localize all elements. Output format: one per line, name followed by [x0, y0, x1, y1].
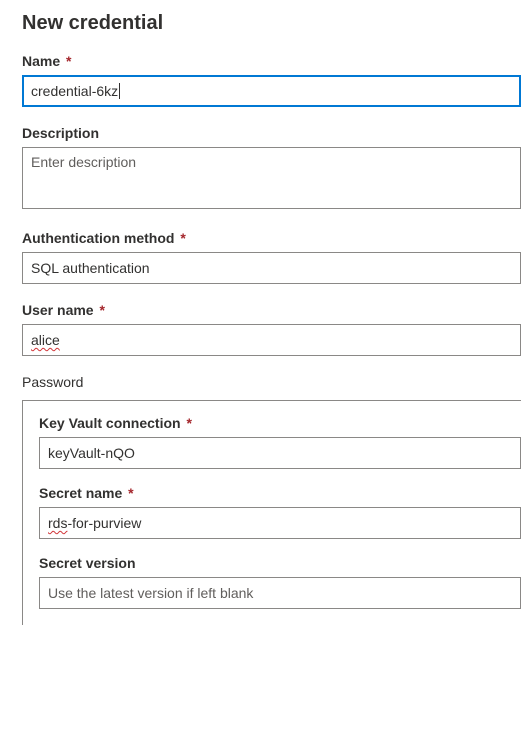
- field-secret-name: Secret name * rds-for-purview: [39, 485, 521, 539]
- label-key-vault-connection: Key Vault connection *: [39, 415, 521, 431]
- name-input[interactable]: credential-6kz: [22, 75, 521, 107]
- key-vault-connection-select[interactable]: keyVault-nQO: [39, 437, 521, 469]
- secret-name-prefix: rds: [48, 515, 67, 531]
- secret-version-input[interactable]: [39, 577, 521, 609]
- required-marker: *: [186, 415, 191, 431]
- required-marker: *: [180, 230, 185, 246]
- label-description: Description: [22, 125, 521, 141]
- label-password-section: Password: [22, 374, 521, 390]
- label-auth-method: Authentication method *: [22, 230, 521, 246]
- user-name-input[interactable]: alice: [22, 324, 521, 356]
- label-user-name-text: User name: [22, 302, 94, 318]
- auth-method-select[interactable]: SQL authentication: [22, 252, 521, 284]
- required-marker: *: [99, 302, 104, 318]
- field-key-vault-connection: Key Vault connection * keyVault-nQO: [39, 415, 521, 469]
- page-title: New credential: [22, 12, 521, 35]
- password-box: Key Vault connection * keyVault-nQO Secr…: [22, 400, 521, 625]
- label-secret-version: Secret version: [39, 555, 521, 571]
- label-key-vault-connection-text: Key Vault connection: [39, 415, 181, 431]
- label-auth-method-text: Authentication method: [22, 230, 174, 246]
- label-secret-name: Secret name *: [39, 485, 521, 501]
- required-marker: *: [128, 485, 133, 501]
- field-name: Name * credential-6kz: [22, 53, 521, 107]
- label-name-text: Name: [22, 53, 60, 69]
- label-secret-version-text: Secret version: [39, 555, 136, 571]
- user-name-value: alice: [31, 332, 60, 348]
- name-input-value: credential-6kz: [31, 83, 120, 99]
- required-marker: *: [66, 53, 71, 69]
- field-description: Description: [22, 125, 521, 212]
- auth-method-value: SQL authentication: [31, 260, 150, 276]
- label-name: Name *: [22, 53, 521, 69]
- field-user-name: User name * alice: [22, 302, 521, 356]
- secret-name-input[interactable]: rds-for-purview: [39, 507, 521, 539]
- secret-name-suffix: -for-purview: [67, 515, 141, 531]
- key-vault-connection-value: keyVault-nQO: [48, 445, 135, 461]
- label-description-text: Description: [22, 125, 99, 141]
- field-auth-method: Authentication method * SQL authenticati…: [22, 230, 521, 284]
- label-user-name: User name *: [22, 302, 521, 318]
- description-input[interactable]: [22, 147, 521, 209]
- label-secret-name-text: Secret name: [39, 485, 122, 501]
- password-section: Password Key Vault connection * keyVault…: [22, 374, 521, 625]
- field-secret-version: Secret version: [39, 555, 521, 609]
